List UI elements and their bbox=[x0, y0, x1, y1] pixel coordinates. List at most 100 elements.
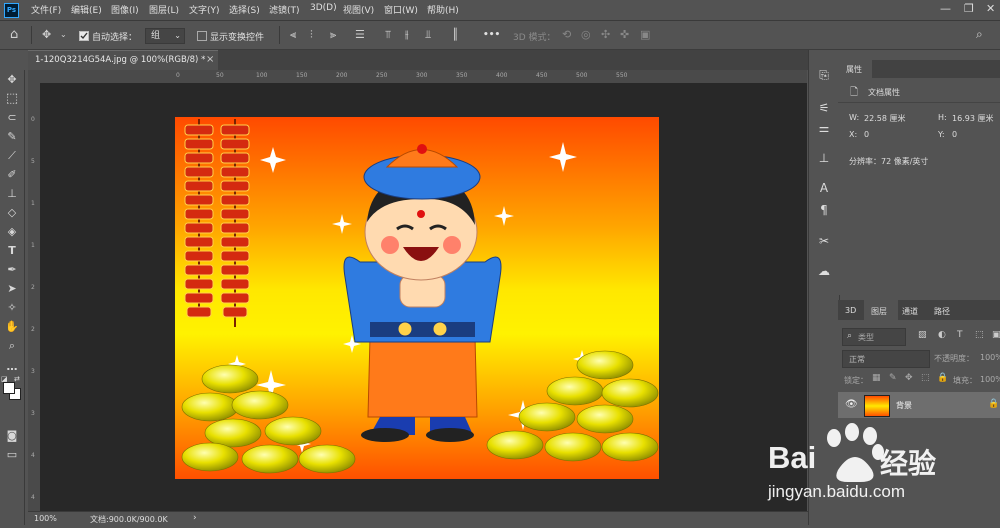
tab-3d[interactable]: 3D bbox=[845, 306, 856, 315]
align-left-icon[interactable]: ⫷ bbox=[290, 29, 296, 41]
lasso-tool-icon[interactable]: ⊂ bbox=[5, 111, 19, 125]
menu-file[interactable]: 文件(F) bbox=[31, 3, 61, 16]
auto-select-dropdown[interactable]: 组 ⌄ bbox=[145, 28, 185, 44]
tools-icon[interactable]: ✂ bbox=[816, 233, 832, 249]
adjustments-icon[interactable]: ⚟ bbox=[816, 100, 832, 116]
menu-view[interactable]: 视图(V) bbox=[343, 3, 374, 16]
restore-button[interactable]: ❐ bbox=[964, 2, 974, 15]
lock-all-icon[interactable]: 🔒 bbox=[937, 373, 948, 383]
lock-position-icon[interactable]: ✥ bbox=[905, 373, 913, 383]
distribute-horizontal-icon[interactable]: ║ bbox=[452, 29, 459, 41]
eraser-tool-icon[interactable]: ◇ bbox=[5, 206, 19, 220]
eyedropper-tool-icon[interactable]: ⟋ bbox=[5, 149, 19, 163]
3d-camera-icon[interactable]: ▣ bbox=[640, 29, 650, 41]
menu-edit[interactable]: 编辑(E) bbox=[71, 3, 102, 16]
filter-smart-object-icon[interactable]: ▣ bbox=[992, 330, 1000, 340]
align-bottom-icon[interactable]: ⫫ bbox=[425, 29, 431, 41]
stamp-tool-icon[interactable]: ⊥ bbox=[5, 187, 19, 201]
3d-orbit-icon[interactable]: ⟲ bbox=[562, 29, 571, 41]
tab-layers[interactable]: 图层 bbox=[864, 300, 898, 320]
filter-image-icon[interactable]: ▨ bbox=[918, 330, 927, 340]
more-options-button[interactable]: ••• bbox=[483, 30, 500, 40]
chevron-down-icon[interactable]: ⌄ bbox=[60, 29, 67, 41]
menu-layer[interactable]: 图层(L) bbox=[149, 3, 179, 16]
ruler-tick-label: 200 bbox=[336, 72, 348, 79]
zoom-tool-icon[interactable]: ⌕ bbox=[5, 339, 19, 353]
menu-filter[interactable]: 滤镜(T) bbox=[269, 3, 300, 16]
quick-mask-icon[interactable]: ◙ bbox=[5, 429, 19, 443]
tab-channels[interactable]: 通道 bbox=[902, 306, 918, 317]
distribute-vertical-icon[interactable]: ☰ bbox=[355, 29, 365, 41]
menu-type[interactable]: 文字(Y) bbox=[189, 3, 220, 16]
history-icon[interactable]: ⎘ bbox=[816, 67, 832, 83]
align-hcenter-icon[interactable]: ⫶ bbox=[310, 29, 313, 41]
filter-shape-icon[interactable]: ⬚ bbox=[975, 330, 984, 340]
3d-mode-label: 3D 模式： bbox=[513, 33, 556, 43]
align-right-icon[interactable]: ⫸ bbox=[330, 29, 336, 41]
move-tool-icon[interactable]: ✥ bbox=[5, 73, 19, 87]
character-icon[interactable]: A bbox=[816, 180, 832, 196]
tab-properties[interactable]: 属性 bbox=[838, 60, 872, 78]
menu-image[interactable]: 图像(I) bbox=[111, 3, 139, 16]
zoom-level[interactable]: 100% bbox=[34, 514, 57, 523]
width-value[interactable]: 22.58 厘米 bbox=[864, 113, 905, 124]
lock-image-icon[interactable]: ✎ bbox=[889, 373, 897, 383]
paragraph-icon[interactable]: ¶ bbox=[816, 202, 832, 218]
status-menu-arrow[interactable]: › bbox=[193, 513, 197, 523]
ruler-tick-label: 300 bbox=[416, 72, 428, 79]
opacity-value[interactable]: 100% bbox=[980, 353, 1000, 362]
pen-tool-icon[interactable]: ✒ bbox=[5, 263, 19, 277]
search-icon[interactable]: ⌕ bbox=[976, 28, 983, 40]
more-tools-icon[interactable]: … bbox=[5, 360, 19, 374]
y-value[interactable]: 0 bbox=[952, 130, 957, 139]
path-select-tool-icon[interactable]: ➤ bbox=[5, 282, 19, 296]
paint-bucket-tool-icon[interactable]: ◈ bbox=[5, 225, 19, 239]
type-tool-icon[interactable]: T bbox=[5, 244, 19, 258]
filter-type-icon[interactable]: T bbox=[957, 330, 963, 340]
menu-3d[interactable]: 3D(D) bbox=[310, 3, 337, 13]
swap-colors-icon[interactable]: ⇄ bbox=[14, 375, 20, 383]
shape-tool-icon[interactable]: ✧ bbox=[5, 301, 19, 315]
foreground-color-swatch[interactable] bbox=[3, 382, 15, 394]
layer-filter-dropdown[interactable]: ⌕ 类型 bbox=[842, 328, 906, 346]
color-swatches[interactable]: ◪ ⇄ bbox=[1, 375, 21, 411]
libraries-icon[interactable]: ☁ bbox=[816, 263, 832, 279]
visibility-eye-icon[interactable]: 👁 bbox=[845, 399, 858, 410]
auto-select-checkbox[interactable] bbox=[79, 31, 89, 41]
document-image[interactable] bbox=[175, 117, 659, 479]
home-icon[interactable]: ⌂ bbox=[10, 28, 18, 41]
layer-name[interactable]: 背景 bbox=[896, 400, 912, 411]
x-value[interactable]: 0 bbox=[864, 130, 869, 139]
marquee-tool-icon[interactable]: ⬚ bbox=[5, 92, 19, 106]
hand-tool-icon[interactable]: ✋ bbox=[5, 320, 19, 334]
sliders-icon[interactable]: ⚌ bbox=[816, 120, 832, 136]
ruler-tick-label: 0 bbox=[176, 72, 180, 79]
close-tab-button[interactable]: × bbox=[206, 54, 214, 65]
move-tool-icon[interactable]: ✥ bbox=[42, 29, 51, 41]
quick-select-tool-icon[interactable]: ✎ bbox=[5, 130, 19, 144]
default-colors-icon[interactable]: ◪ bbox=[1, 375, 8, 383]
close-window-button[interactable]: ✕ bbox=[986, 2, 995, 15]
3d-slide-icon[interactable]: ✜ bbox=[620, 29, 629, 41]
height-value[interactable]: 16.93 厘米 bbox=[952, 113, 993, 124]
menu-help[interactable]: 帮助(H) bbox=[427, 3, 459, 16]
minimize-button[interactable]: — bbox=[940, 2, 951, 15]
blend-mode-dropdown[interactable]: 正常 bbox=[842, 350, 930, 368]
document-tab[interactable]: 1-120Q3214G54A.jpg @ 100%(RGB/8) * × bbox=[28, 50, 218, 71]
fill-value[interactable]: 100% bbox=[980, 375, 1000, 384]
3d-roll-icon[interactable]: ◎ bbox=[581, 29, 591, 41]
3d-pan-icon[interactable]: ✣ bbox=[601, 29, 610, 41]
show-transform-checkbox[interactable] bbox=[197, 31, 207, 41]
filter-adjustment-icon[interactable]: ◐ bbox=[938, 330, 946, 340]
lock-pixels-icon[interactable]: ▦ bbox=[872, 373, 881, 383]
align-top-icon[interactable]: ⫪ bbox=[385, 29, 391, 41]
tab-paths[interactable]: 路径 bbox=[934, 306, 950, 317]
lock-artboard-icon[interactable]: ⬚ bbox=[921, 373, 930, 383]
brush-tool-icon[interactable]: ✐ bbox=[5, 168, 19, 182]
screen-mode-icon[interactable]: ▭ bbox=[5, 448, 19, 462]
ruler-tick-label: 4 bbox=[31, 494, 35, 501]
stamp-panel-icon[interactable]: ⊥ bbox=[816, 150, 832, 166]
align-vcenter-icon[interactable]: ⫲ bbox=[405, 29, 409, 41]
menu-select[interactable]: 选择(S) bbox=[229, 3, 260, 16]
menu-window[interactable]: 窗口(W) bbox=[384, 3, 418, 16]
